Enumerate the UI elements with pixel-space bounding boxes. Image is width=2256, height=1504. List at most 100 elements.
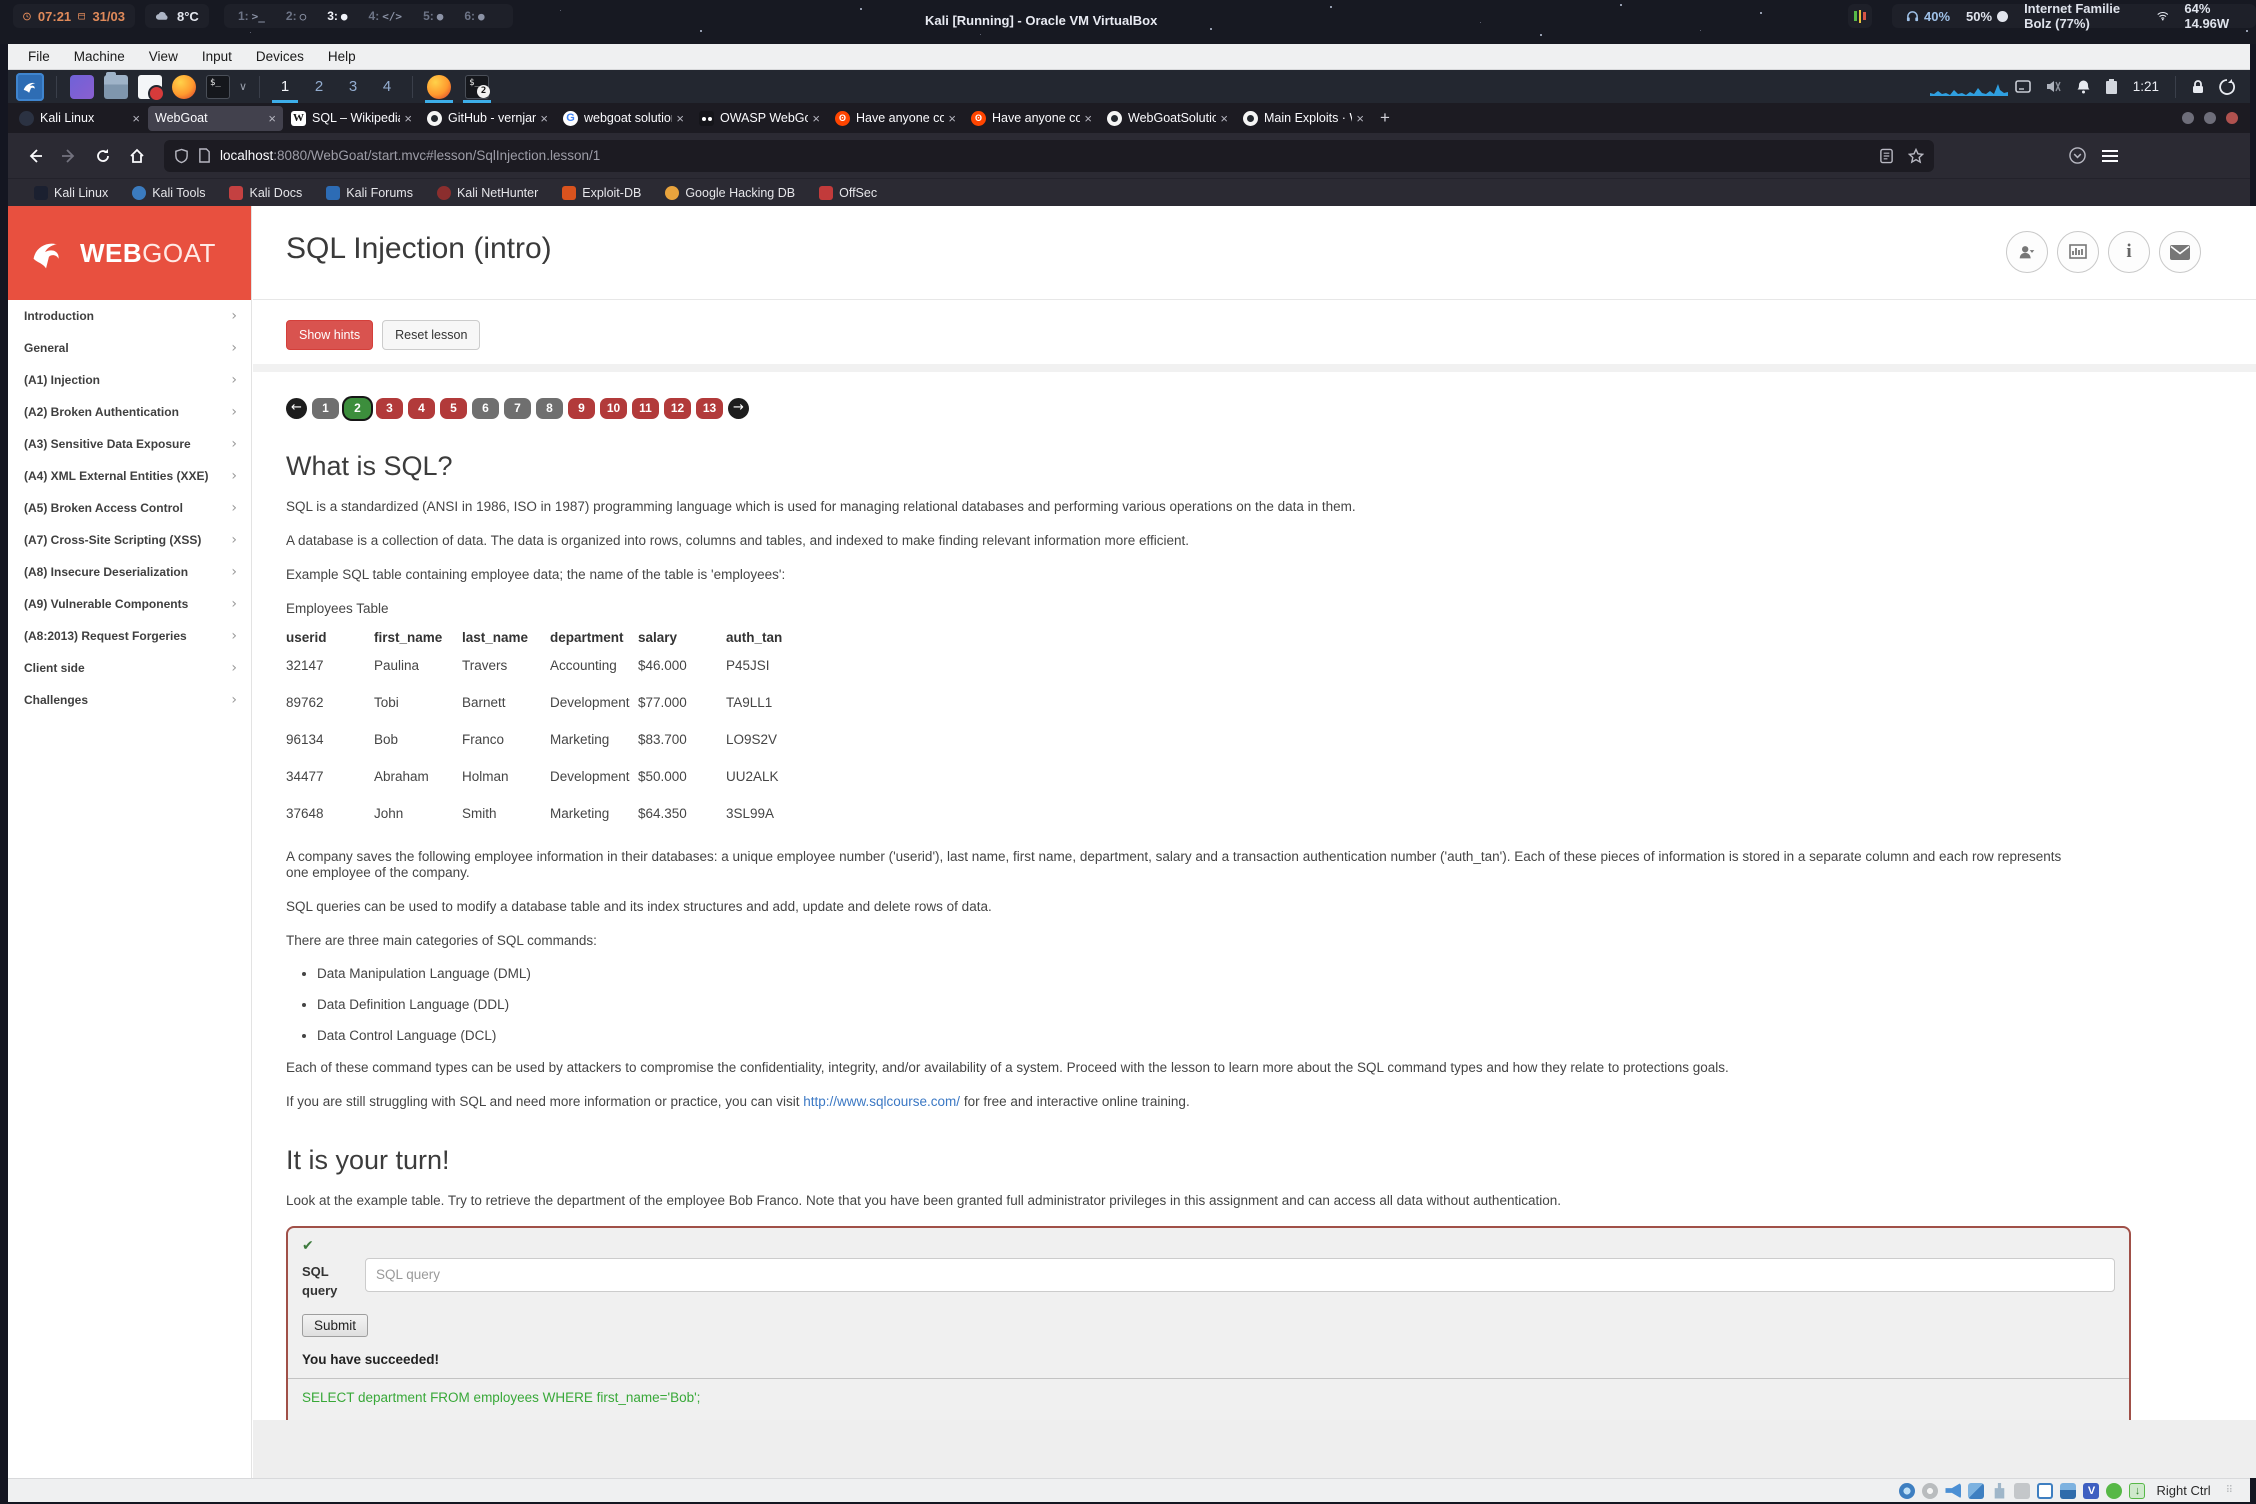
page-info-icon[interactable] bbox=[198, 148, 211, 163]
back-button[interactable] bbox=[20, 141, 50, 171]
tab-close-icon[interactable]: × bbox=[1220, 111, 1228, 126]
sql-query-input[interactable] bbox=[365, 1258, 2115, 1292]
firefox-window-button[interactable] bbox=[421, 70, 457, 103]
about-info-button[interactable]: i bbox=[2108, 231, 2150, 273]
pagination-page-6[interactable]: 6 bbox=[472, 398, 499, 419]
workspace-button-2[interactable]: 2 bbox=[302, 70, 336, 103]
sidebar-item-a5-broken-access-control[interactable]: (A5) Broken Access Control› bbox=[8, 492, 251, 524]
shared-folder-icon[interactable] bbox=[2014, 1483, 2030, 1499]
sidebar-item-a2-broken-authentication[interactable]: (A2) Broken Authentication› bbox=[8, 396, 251, 428]
bookmark-google-hacking-db[interactable]: Google Hacking DB bbox=[665, 186, 795, 200]
pagination-page-3[interactable]: 3 bbox=[376, 398, 403, 419]
virtualbox-indicator-icon[interactable]: V bbox=[2083, 1483, 2099, 1499]
tab-close-icon[interactable]: × bbox=[1084, 111, 1092, 126]
tab-close-icon[interactable]: × bbox=[1356, 111, 1364, 126]
network-activity-graph[interactable] bbox=[1930, 78, 2008, 96]
pagination-next-button[interactable]: → bbox=[728, 398, 749, 419]
terminal-launcher-button[interactable]: $_ bbox=[206, 75, 230, 99]
pagination-page-4[interactable]: 4 bbox=[408, 398, 435, 419]
sidebar-item-client-side[interactable]: Client side› bbox=[8, 652, 251, 684]
file-manager-button[interactable] bbox=[104, 75, 128, 99]
pagination-page-12[interactable]: 12 bbox=[664, 398, 691, 419]
reader-mode-icon[interactable] bbox=[1879, 148, 1894, 164]
kali-applications-button[interactable] bbox=[16, 73, 44, 101]
logout-icon[interactable] bbox=[2219, 79, 2235, 95]
audio-icon[interactable] bbox=[1945, 1483, 1961, 1499]
browser-tab[interactable]: Gwebgoat solutions - Go× bbox=[556, 106, 691, 131]
url-bar[interactable]: localhost:8080/WebGoat/start.mvc#lesson/… bbox=[164, 140, 1934, 172]
bookmark-exploit-db[interactable]: Exploit-DB bbox=[562, 186, 641, 200]
display-icon[interactable] bbox=[2037, 1483, 2053, 1499]
pagination-page-5[interactable]: 5 bbox=[440, 398, 467, 419]
tab-close-icon[interactable]: × bbox=[268, 111, 276, 126]
tab-close-icon[interactable]: × bbox=[812, 111, 820, 126]
pagination-page-8[interactable]: 8 bbox=[536, 398, 563, 419]
vbox-menu-input[interactable]: Input bbox=[190, 49, 244, 64]
maximize-button[interactable] bbox=[2204, 112, 2216, 124]
sidebar-item-a9-vulnerable-components[interactable]: (A9) Vulnerable Components› bbox=[8, 588, 251, 620]
pagination-page-10[interactable]: 10 bbox=[600, 398, 627, 419]
contact-mail-button[interactable] bbox=[2159, 231, 2201, 273]
menu-hamburger-icon[interactable] bbox=[2102, 147, 2118, 165]
sqlcourse-link[interactable]: http://www.sqlcourse.com/ bbox=[803, 1094, 960, 1109]
pagination-page-11[interactable]: 11 bbox=[632, 398, 659, 419]
pagination-page-7[interactable]: 7 bbox=[504, 398, 531, 419]
host-workspace-indicator[interactable]: 5:● bbox=[423, 9, 443, 23]
bookmark-kali-nethunter[interactable]: Kali NetHunter bbox=[437, 186, 538, 200]
vbox-menu-devices[interactable]: Devices bbox=[244, 49, 316, 64]
text-editor-button[interactable] bbox=[138, 75, 162, 99]
reload-button[interactable] bbox=[88, 141, 118, 171]
tab-close-icon[interactable]: × bbox=[948, 111, 956, 126]
host-workspace-indicator[interactable]: 1:>_ bbox=[238, 9, 265, 23]
usb-icon[interactable] bbox=[1991, 1483, 2007, 1499]
vbox-menu-help[interactable]: Help bbox=[316, 49, 368, 64]
browser-tab[interactable]: OWASP WebGoat: Gene× bbox=[692, 106, 827, 131]
sidebar-item-a4-xml-external-entities-xxe[interactable]: (A4) XML External Entities (XXE)› bbox=[8, 460, 251, 492]
resize-grip[interactable]: ⠿ bbox=[2226, 1485, 2234, 1496]
forward-button[interactable] bbox=[54, 141, 84, 171]
vbox-menu-machine[interactable]: Machine bbox=[62, 49, 137, 64]
pagination-page-2[interactable]: 2 bbox=[344, 398, 371, 419]
tab-close-icon[interactable]: × bbox=[540, 111, 548, 126]
sidebar-item-challenges[interactable]: Challenges› bbox=[8, 684, 251, 716]
browser-tab[interactable]: GitHub - vernjan/webgo× bbox=[420, 106, 555, 131]
clipboard-icon[interactable] bbox=[2060, 1483, 2076, 1499]
tab-close-icon[interactable]: × bbox=[676, 111, 684, 126]
pagination-page-13[interactable]: 13 bbox=[696, 398, 723, 419]
new-tab-button[interactable]: + bbox=[1380, 108, 1390, 128]
webgoat-brand-header[interactable]: WEBGOAT bbox=[8, 206, 251, 300]
update-icon[interactable]: ↓ bbox=[2129, 1483, 2145, 1499]
vbox-menu-file[interactable]: File bbox=[16, 49, 62, 64]
panel-clock[interactable]: 1:21 bbox=[2133, 79, 2159, 94]
pagination-page-1[interactable]: 1 bbox=[312, 398, 339, 419]
minimize-button[interactable] bbox=[2182, 112, 2194, 124]
launcher-dropdown-chevron-icon[interactable]: ∨ bbox=[239, 80, 247, 93]
host-workspace-switcher[interactable]: 1:>_2:○3:●4:</>5:●6:● bbox=[224, 4, 513, 28]
optical-disc-icon[interactable] bbox=[1922, 1483, 1938, 1499]
bookmark-kali-forums[interactable]: Kali Forums bbox=[326, 186, 413, 200]
submit-button[interactable]: Submit bbox=[302, 1314, 368, 1337]
bookmark-offsec[interactable]: OffSec bbox=[819, 186, 877, 200]
workspace-button-3[interactable]: 3 bbox=[336, 70, 370, 103]
pocket-icon[interactable] bbox=[2069, 147, 2086, 164]
firefox-launcher-button[interactable] bbox=[172, 75, 196, 99]
home-button[interactable] bbox=[122, 141, 152, 171]
workspace-button-1[interactable]: 1 bbox=[268, 70, 302, 103]
hard-disk-icon[interactable] bbox=[1899, 1483, 1915, 1499]
host-workspace-indicator[interactable]: 6:● bbox=[464, 9, 484, 23]
browser-tab[interactable]: WSQL – Wikipedia× bbox=[284, 106, 419, 131]
browser-tab[interactable]: Kali Linux× bbox=[12, 106, 147, 131]
vbox-menu-view[interactable]: View bbox=[137, 49, 190, 64]
host-workspace-indicator[interactable]: 4:</> bbox=[369, 9, 403, 23]
close-button[interactable] bbox=[2226, 112, 2238, 124]
sidebar-item-a8-2013-request-forgeries[interactable]: (A8:2013) Request Forgeries› bbox=[8, 620, 251, 652]
network-sync-icon[interactable] bbox=[2106, 1483, 2122, 1499]
sidebar-item-introduction[interactable]: Introduction› bbox=[8, 300, 251, 332]
volume-muted-icon[interactable] bbox=[2045, 79, 2062, 94]
bookmark-star-icon[interactable] bbox=[1908, 148, 1924, 164]
host-workspace-indicator[interactable]: 2:○ bbox=[286, 9, 306, 23]
app-finder-button[interactable] bbox=[70, 75, 94, 99]
terminal-window-button[interactable]: $_2 bbox=[459, 70, 495, 103]
bookmark-kali-tools[interactable]: Kali Tools bbox=[132, 186, 205, 200]
sidebar-item-a3-sensitive-data-exposure[interactable]: (A3) Sensitive Data Exposure› bbox=[8, 428, 251, 460]
